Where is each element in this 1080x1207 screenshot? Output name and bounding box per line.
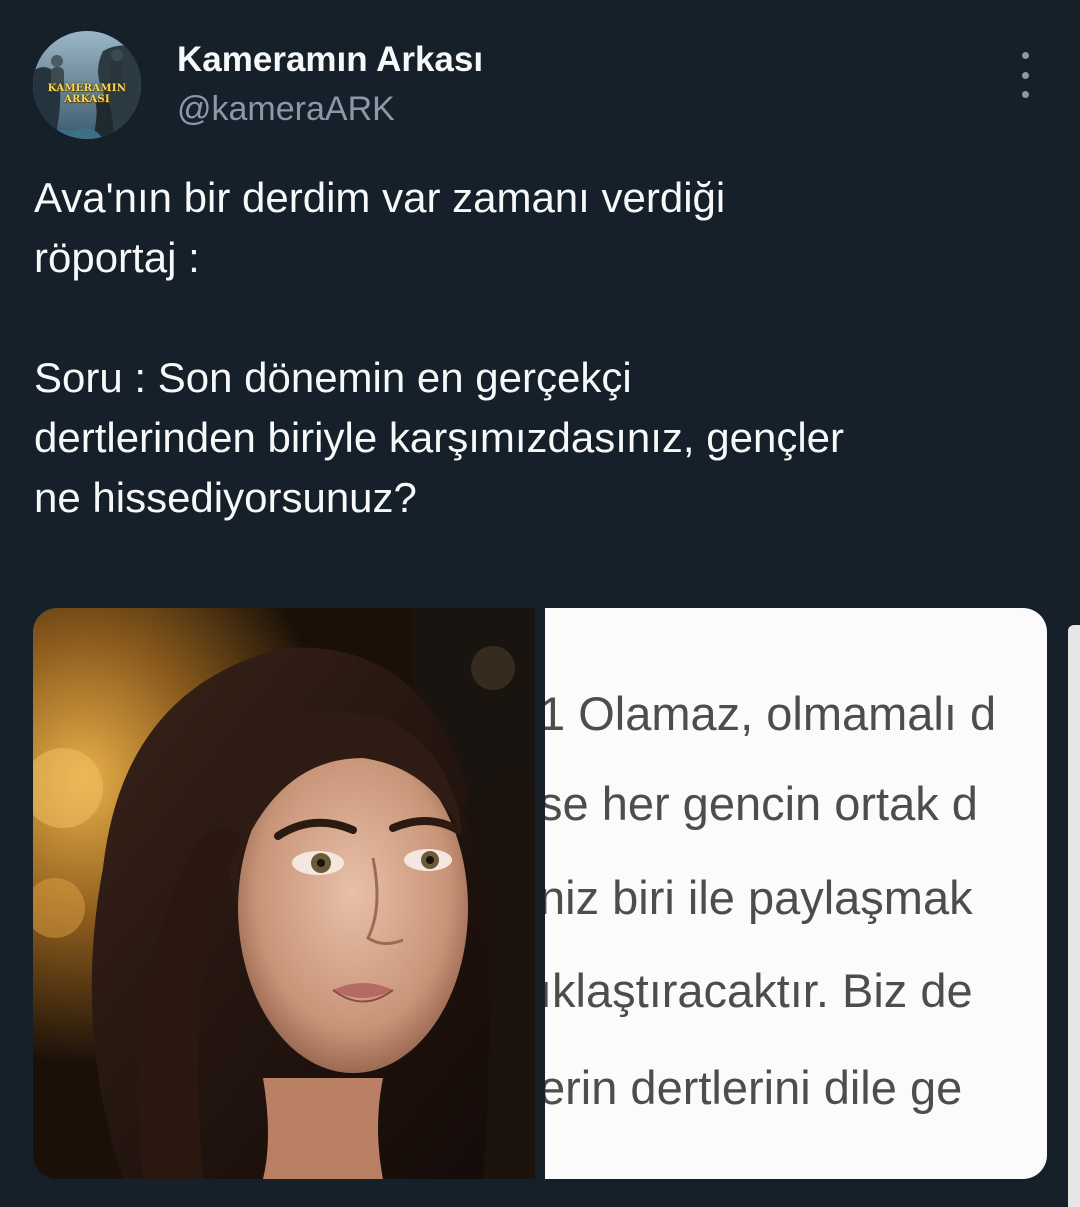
doc-text-line: erin dertlerini dile ge [545, 1061, 963, 1114]
avatar[interactable]: KAMERAMIN ARKASI [33, 31, 141, 139]
avatar-logo-text: KAMERAMIN ARKASI [47, 83, 127, 105]
tweet-text-line: Ava'nın bir derdim var zamanı verdiği [34, 174, 726, 221]
doc-text-line: 1 Olamaz, olmamalı d [545, 687, 997, 740]
more-vertical-icon [1021, 52, 1029, 59]
more-options-button[interactable] [1006, 52, 1044, 98]
doc-text-line: se her gencin ortak d [545, 777, 978, 830]
more-vertical-icon [1021, 71, 1029, 79]
tweet-text: Ava'nın bir derdim var zamanı verdiği rö… [34, 168, 1054, 528]
doc-text-line: ıklaştıracaktır. Biz de [545, 964, 973, 1017]
media-photo-portrait[interactable] [33, 608, 535, 1179]
tweet-text-line: Soru : Son dönemin en gerçekçi [34, 354, 632, 401]
more-vertical-icon [1021, 91, 1029, 98]
scrollbar[interactable] [1068, 625, 1080, 1207]
portrait-image [33, 608, 535, 1179]
tweet-media: 1 Olamaz, olmamalı d se her gencin ortak… [33, 608, 1047, 1179]
author-handle[interactable]: @kameraARK [177, 90, 395, 129]
doc-text-line: niz biri ile paylaşmak [545, 871, 973, 924]
tweet-text-line: ne hissediyorsunuz? [34, 474, 417, 521]
author-display-name[interactable]: Kameramın Arkası [177, 40, 483, 80]
tweet-text-line: dertlerinden biriyle karşımızdasınız, ge… [34, 414, 845, 461]
media-photo-document[interactable]: 1 Olamaz, olmamalı d se her gencin ortak… [545, 608, 1047, 1179]
tweet-text-line: röportaj : [34, 234, 200, 281]
